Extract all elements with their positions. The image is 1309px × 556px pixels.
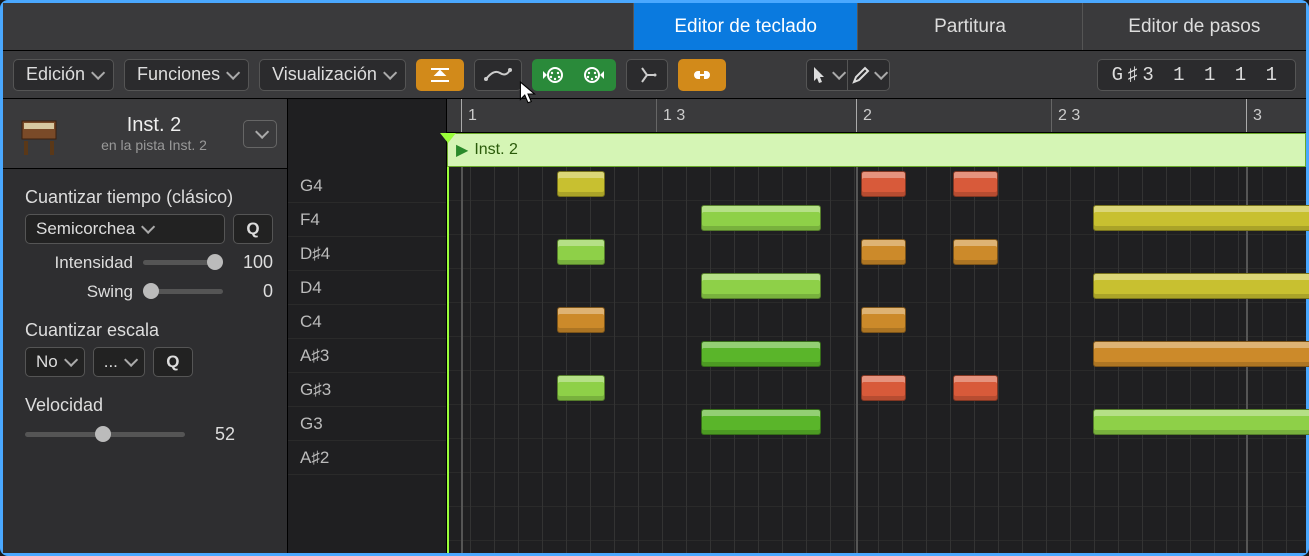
automation-curve-button[interactable] [474, 59, 522, 91]
note-grid[interactable] [447, 167, 1306, 553]
quantize-scale-label: Cuantizar escala [25, 320, 273, 341]
scale-type-select[interactable]: ... [93, 347, 145, 377]
tab-step-editor[interactable]: Editor de pasos [1082, 3, 1306, 50]
midi-note[interactable] [701, 341, 821, 367]
midi-note[interactable] [861, 171, 906, 197]
pitch-label: A♯2 [288, 441, 446, 475]
pitch-label: G4 [288, 169, 446, 203]
curve-icon [484, 67, 512, 83]
ruler-marker: 1 [461, 99, 477, 132]
scale-root-select[interactable]: No [25, 347, 85, 377]
midi-out-icon [582, 65, 606, 85]
midi-in-button[interactable] [532, 59, 574, 91]
note-grid-area: 1 1 3 2 2 3 3 ▶ Inst. 2 [447, 99, 1306, 553]
scale-apply-button[interactable]: Q [153, 347, 193, 377]
region-name: Inst. 2 [474, 141, 518, 159]
ruler-marker: 2 [856, 99, 872, 132]
catch-playhead-button[interactable] [626, 59, 668, 91]
pointer-icon [812, 66, 828, 84]
catch-icon [636, 65, 658, 85]
pitch-label: C4 [288, 305, 446, 339]
swing-value: 0 [233, 281, 273, 302]
ruler-marker: 2 3 [1051, 99, 1080, 132]
tab-keyboard-editor[interactable]: Editor de teclado [633, 3, 857, 50]
velocity-label: Velocidad [25, 395, 273, 416]
pitch-label: G♯3 [288, 373, 446, 407]
midi-note[interactable] [557, 375, 605, 401]
functions-menu[interactable]: Funciones [124, 59, 249, 91]
ruler-marker: 3 [1246, 99, 1262, 132]
quantize-value-select[interactable]: Semicorchea [25, 214, 225, 244]
editor-tabs: Editor de teclado Partitura Editor de pa… [3, 3, 1306, 51]
midi-note[interactable] [1093, 273, 1309, 299]
pitch-label: D♯4 [288, 237, 446, 271]
swing-label: Swing [43, 282, 133, 302]
playhead[interactable] [447, 167, 449, 553]
midi-note[interactable] [701, 205, 821, 231]
midi-note[interactable] [701, 409, 821, 435]
midi-note[interactable] [701, 273, 821, 299]
midi-note[interactable] [557, 239, 605, 265]
ruler-marker: 1 3 [656, 99, 685, 132]
midi-note[interactable] [953, 375, 998, 401]
inspector-disclosure[interactable] [243, 120, 277, 148]
link-icon [689, 67, 715, 83]
chevron-down-icon [832, 65, 846, 79]
quantize-apply-button[interactable]: Q [233, 214, 273, 244]
collapse-icon [427, 65, 453, 85]
pitch-label: G3 [288, 407, 446, 441]
midi-in-icon [541, 65, 565, 85]
toolbar: Edición Funciones Visualización G♯3 1 1 … [3, 51, 1306, 99]
pitch-label: D4 [288, 271, 446, 305]
pitch-label: F4 [288, 203, 446, 237]
velocity-slider[interactable] [25, 432, 185, 437]
intensity-slider[interactable] [143, 260, 223, 265]
inspector-panel: Inst. 2 en la pista Inst. 2 Cuantizar ti… [3, 99, 287, 553]
instrument-icon [13, 108, 65, 160]
midi-note[interactable] [1093, 341, 1309, 367]
pencil-icon [852, 66, 870, 84]
chevron-down-icon [91, 65, 105, 79]
midi-note[interactable] [557, 171, 605, 197]
velocity-value: 52 [195, 424, 235, 445]
midi-note[interactable] [861, 239, 906, 265]
track-subtitle: en la pista Inst. 2 [75, 137, 233, 153]
link-button[interactable] [678, 59, 726, 91]
swing-slider[interactable] [143, 289, 223, 294]
tab-score[interactable]: Partitura [857, 3, 1081, 50]
midi-note[interactable] [953, 171, 998, 197]
midi-note[interactable] [1093, 409, 1309, 435]
intensity-value: 100 [233, 252, 273, 273]
pitch-label-column: G4F4D♯4D4C4A♯3G♯3G3A♯2 [287, 99, 447, 553]
region-header[interactable]: ▶ Inst. 2 [447, 133, 1306, 167]
track-name: Inst. 2 [75, 114, 233, 137]
midi-note[interactable] [953, 239, 998, 265]
pitch-label: A♯3 [288, 339, 446, 373]
pointer-tool[interactable] [806, 59, 848, 91]
chevron-down-icon [383, 65, 397, 79]
chevron-down-icon [874, 65, 888, 79]
view-menu[interactable]: Visualización [259, 59, 406, 91]
midi-note[interactable] [557, 307, 605, 333]
pencil-tool[interactable] [848, 59, 890, 91]
midi-note[interactable] [861, 307, 906, 333]
chevron-down-icon [226, 65, 240, 79]
midi-note[interactable] [861, 375, 906, 401]
collapse-lanes-button[interactable] [416, 59, 464, 91]
intensity-label: Intensidad [43, 253, 133, 273]
edit-menu[interactable]: Edición [13, 59, 114, 91]
time-ruler[interactable]: 1 1 3 2 2 3 3 [447, 99, 1306, 133]
position-readout: G♯3 1 1 1 1 [1097, 59, 1296, 91]
midi-note[interactable] [1093, 205, 1309, 231]
play-icon: ▶ [456, 140, 468, 160]
quantize-time-label: Cuantizar tiempo (clásico) [25, 187, 273, 208]
midi-out-button[interactable] [574, 59, 616, 91]
